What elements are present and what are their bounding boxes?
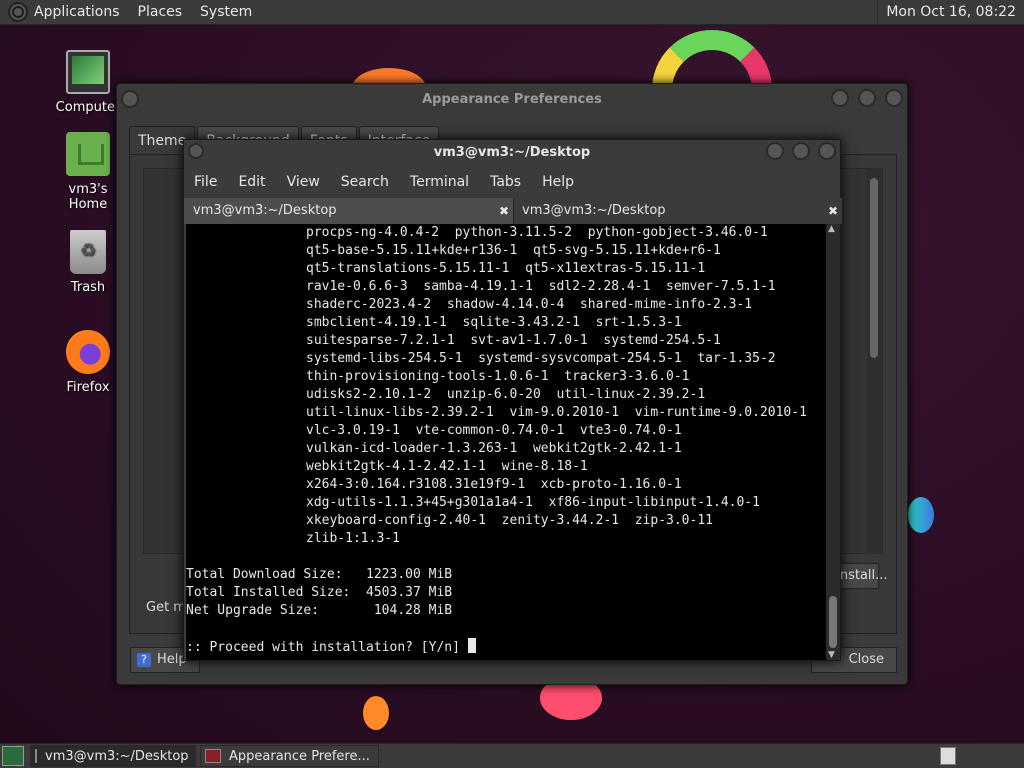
wallpaper-small-orange-blob: [363, 696, 389, 730]
package-line: procps-ng-4.0.4-2 python-3.11.5-2 python…: [306, 225, 768, 240]
install-prompt: :: Proceed with installation? [Y/n]: [186, 640, 468, 655]
menu-file[interactable]: File: [194, 174, 217, 190]
help-icon: ?: [137, 653, 151, 667]
package-line: xkeyboard-config-2.40-1 zenity-3.44.2-1 …: [306, 513, 713, 528]
window-title: Appearance Preferences: [422, 92, 602, 107]
terminal-tabbar: vm3@vm3:~/Desktop ✖ vm3@vm3:~/Desktop ✖: [184, 198, 842, 224]
menu-view[interactable]: View: [287, 174, 320, 190]
summary-installed-size: Total Installed Size: 4503.37 MiB: [186, 585, 453, 600]
theme-list-scrollbar[interactable]: [867, 168, 881, 554]
terminal-tab-label: vm3@vm3:~/Desktop: [522, 203, 666, 218]
show-desktop-icon[interactable]: [2, 746, 24, 766]
terminal-menubar: File Edit View Search Terminal Tabs Help: [184, 168, 840, 196]
top-panel: Applications Places System Mon Oct 16, 0…: [0, 0, 1024, 25]
close-tab-icon[interactable]: ✖: [828, 198, 838, 224]
computer-icon: [66, 50, 110, 94]
trash-icon: [70, 230, 106, 274]
terminal-window: vm3@vm3:~/Desktop File Edit View Search …: [183, 139, 842, 661]
package-line: webkit2gtk-4.1-2.42.1-1 wine-8.18-1: [306, 459, 588, 474]
system-menu[interactable]: System: [200, 4, 252, 20]
taskbar-label: Appearance Prefere...: [229, 748, 370, 764]
prompt-line: :: Proceed with installation? [Y/n]: [186, 638, 826, 656]
package-line: shaderc-2023.4-2 shadow-4.14.0-4 shared-…: [306, 297, 753, 312]
firefox-icon: [66, 330, 110, 374]
terminal-title: vm3@vm3:~/Desktop: [433, 145, 591, 160]
maximize-button[interactable]: [858, 89, 876, 107]
desktop-icon-label: Computer: [55, 100, 121, 115]
menu-terminal[interactable]: Terminal: [410, 174, 469, 190]
package-line: smbclient-4.19.1-1 sqlite-3.43.2-1 srt-1…: [306, 315, 682, 330]
summary-download-size: Total Download Size: 1223.00 MiB: [186, 567, 453, 582]
close-window-button[interactable]: [885, 89, 903, 107]
terminal-output[interactable]: procps-ng-4.0.4-2 python-3.11.5-2 python…: [186, 224, 826, 660]
package-line: vulkan-icd-loader-1.3.263-1 webkit2gtk-2…: [306, 441, 682, 456]
terminal-tab-label: vm3@vm3:~/Desktop: [193, 203, 337, 218]
taskbar-item-appearance[interactable]: Appearance Prefere...: [200, 745, 379, 767]
desktop-icon-label: Trash: [70, 280, 106, 295]
package-line: rav1e-0.6.6-3 samba-4.19.1-1 sdl2-2.28.4…: [306, 279, 776, 294]
applications-menu[interactable]: Applications: [34, 4, 120, 20]
package-line: x264-3:0.164.r3108.31e19f9-1 xcb-proto-1…: [306, 477, 682, 492]
text-cursor: [467, 638, 476, 653]
desktop-icon-label: Firefox: [66, 380, 110, 395]
package-line: xdg-utils-1.1.3+45+g301a1a4-1 xf86-input…: [306, 495, 760, 510]
package-line: util-linux-libs-2.39.2-1 vim-9.0.2010-1 …: [306, 405, 807, 420]
wallpaper-blue-blob: [908, 497, 934, 533]
home-folder-icon: [66, 132, 110, 176]
package-line: udisks2-2.10.1-2 unzip-6.0-20 util-linux…: [306, 387, 706, 402]
summary-upgrade-size: Net Upgrade Size: 104.28 MiB: [186, 603, 453, 618]
package-line: systemd-libs-254.5-1 systemd-sysvcompat-…: [306, 351, 776, 366]
distro-logo-icon[interactable]: [8, 2, 28, 22]
menu-tabs[interactable]: Tabs: [490, 174, 521, 190]
close-window-button[interactable]: [818, 142, 836, 160]
package-line: thin-provisioning-tools-1.0.6-1 tracker3…: [306, 369, 690, 384]
terminal-tab-1[interactable]: vm3@vm3:~/Desktop ✖: [184, 198, 513, 224]
menu-help[interactable]: Help: [542, 174, 574, 190]
scroll-up-icon[interactable]: ▲: [828, 224, 835, 234]
package-line: zlib-1:1.3-1: [306, 531, 400, 546]
terminal-scrollbar[interactable]: ▲ ▼: [826, 224, 840, 660]
package-line: qt5-base-5.15.11+kde+r136-1 qt5-svg-5.15…: [306, 243, 721, 258]
desktop-icon-label: vm3's Home: [68, 182, 108, 212]
window-button-icon[interactable]: [188, 143, 204, 159]
package-line: vlc-3.0.19-1 vte-common-0.74.0-1 vte3-0.…: [306, 423, 682, 438]
taskbar-label: vm3@vm3:~/Desktop: [45, 748, 189, 764]
scrollbar-thumb[interactable]: [829, 596, 837, 648]
minimize-button[interactable]: [831, 89, 849, 107]
bottom-panel: vm3@vm3:~/Desktop Appearance Prefere...: [0, 743, 1024, 768]
maximize-button[interactable]: [792, 142, 810, 160]
menu-search[interactable]: Search: [341, 174, 389, 190]
menu-edit[interactable]: Edit: [238, 174, 265, 190]
minimize-button[interactable]: [766, 142, 784, 160]
window-button-icon[interactable]: [121, 90, 139, 108]
clock[interactable]: Mon Oct 16, 08:22: [877, 0, 1024, 25]
close-tab-icon[interactable]: ✖: [499, 198, 509, 224]
terminal-icon: [35, 749, 37, 763]
places-menu[interactable]: Places: [138, 4, 183, 20]
appearance-icon: [205, 749, 221, 763]
scroll-down-icon[interactable]: ▼: [828, 650, 835, 660]
terminal-tab-2[interactable]: vm3@vm3:~/Desktop ✖: [513, 198, 842, 224]
workspace-switcher[interactable]: [940, 747, 956, 765]
taskbar-item-terminal[interactable]: vm3@vm3:~/Desktop: [30, 745, 196, 767]
package-line: qt5-translations-5.15.11-1 qt5-x11extras…: [306, 261, 706, 276]
package-line: suitesparse-7.2.1-1 svt-av1-1.7.0-1 syst…: [306, 333, 721, 348]
